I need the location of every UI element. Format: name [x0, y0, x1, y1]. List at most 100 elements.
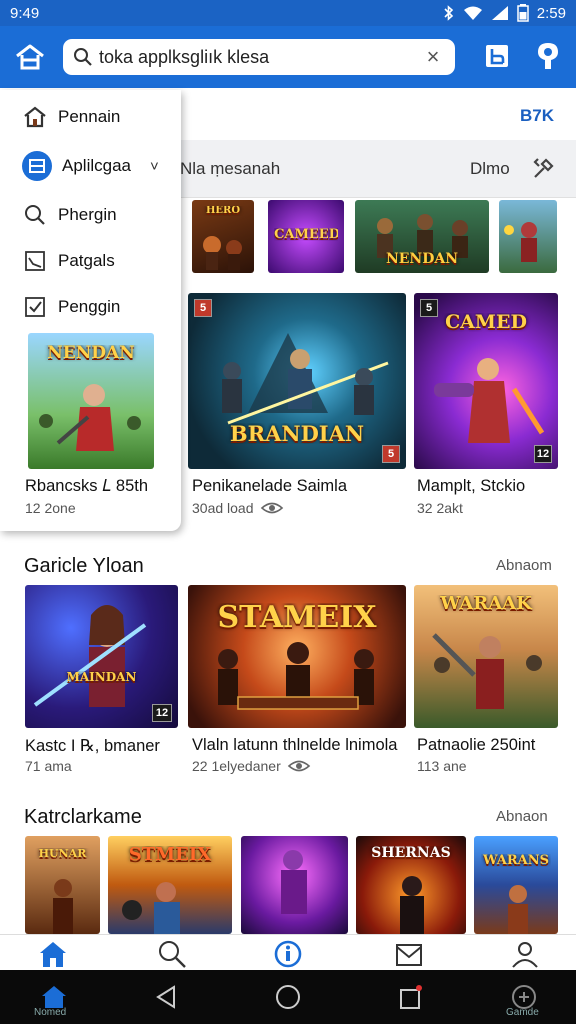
library-icon[interactable] — [484, 43, 510, 69]
apps-icon — [22, 151, 52, 181]
game-art — [434, 358, 545, 443]
game-title[interactable]: Penikanelade Saimla — [192, 477, 347, 496]
app-screen: 9:49 2:59 toka applksgliık klesa × B7K N… — [0, 0, 576, 1024]
search-icon — [25, 205, 45, 225]
home-icon — [24, 106, 46, 128]
drawer-item-label: Penggin — [58, 297, 121, 316]
profile-icon[interactable] — [510, 939, 540, 969]
section-more-link[interactable]: Abnaon — [496, 808, 548, 825]
game-logo: BRANDIAN — [229, 423, 365, 444]
game-title[interactable]: Rbancsks 𝐿 85th — [25, 477, 148, 496]
game-art — [432, 633, 542, 709]
game-meta: 32 2akt — [417, 500, 463, 516]
bluetooth-icon — [444, 5, 453, 21]
app-bar: toka applksgliık klesa × — [0, 26, 576, 88]
notification-icon[interactable] — [534, 41, 562, 71]
drawer-item-label: Aplilcgaa — [62, 156, 131, 175]
game-tile[interactable]: HERO — [192, 200, 254, 273]
drawer-item-search[interactable]: Phergin — [0, 195, 181, 235]
section-title: Katrclarkame — [24, 806, 142, 828]
status-time: 9:49 — [10, 4, 40, 22]
game-tile[interactable]: STMEIX — [108, 836, 232, 934]
game-title[interactable]: Mamplt, Stckio — [417, 477, 525, 496]
drawer-item-stats[interactable]: Patgals — [0, 241, 181, 281]
game-tile[interactable]: MAINDAN 12 — [25, 585, 178, 728]
search-icon[interactable] — [157, 939, 187, 969]
game-art — [281, 850, 307, 914]
recents-icon[interactable] — [396, 983, 424, 1011]
game-art — [203, 236, 242, 270]
game-art — [400, 876, 424, 934]
drawer-item-apps[interactable]: Aplilcgaa ˅ — [0, 146, 181, 186]
drawer-item-label: Phergin — [58, 205, 117, 224]
game-tile[interactable]: STAMEIX — [188, 585, 406, 728]
checkbox-icon — [25, 297, 45, 317]
game-art — [508, 885, 528, 934]
drawer-item-check[interactable]: Penggin — [0, 287, 181, 327]
game-title[interactable]: Vlaln latunn thlnelde lnimola — [192, 736, 397, 755]
rating-badge: 12 — [152, 704, 172, 722]
game-tile[interactable]: CAMEED — [268, 200, 344, 273]
signal-icon — [491, 6, 508, 20]
game-tile[interactable]: CAMED 5 12 — [414, 293, 558, 469]
home-circle-icon[interactable] — [274, 983, 302, 1011]
game-tile[interactable] — [499, 200, 557, 273]
view-icon — [260, 502, 283, 514]
game-tile[interactable]: SHERNAS — [356, 836, 466, 934]
game-meta: 113 ane — [417, 758, 467, 774]
back-icon[interactable] — [152, 983, 180, 1011]
game-art — [504, 222, 537, 262]
game-meta: 30ad load — [192, 500, 284, 516]
game-tile[interactable]: NENDAN — [355, 200, 489, 273]
search-icon — [74, 48, 92, 66]
game-title[interactable]: Patnaolie 250int — [417, 736, 535, 755]
system-caption: Gamde — [506, 1007, 539, 1018]
game-logo: CAMEED — [274, 228, 338, 241]
rating-badge: 5 — [194, 299, 212, 317]
system-caption: Nomed — [34, 1007, 67, 1018]
section-more-link[interactable]: Abnaom — [496, 557, 552, 574]
system-navigation-bar: Nomed Gamde — [0, 970, 576, 1024]
game-meta-text: 22 1elyedaner — [192, 758, 281, 774]
filter-text[interactable]: Nla ṃesanah — [180, 159, 280, 179]
info-icon[interactable] — [273, 939, 303, 969]
mail-icon[interactable] — [394, 939, 424, 969]
chart-icon — [25, 251, 45, 271]
game-tile[interactable]: BRANDIAN 5 5 — [188, 293, 406, 469]
game-meta: 71 ama — [25, 758, 72, 774]
rating-badge: 12 — [534, 445, 552, 463]
chevron-down-icon[interactable]: ˅ — [150, 158, 159, 175]
status-icons: 2:59 — [443, 4, 566, 22]
game-title[interactable]: Kastc I ℞, bmaner — [25, 736, 160, 756]
game-art — [39, 384, 141, 451]
navigation-drawer: Pennain Aplilcgaa ˅ Phergin Patgals Peng… — [0, 90, 181, 531]
battery-icon — [517, 4, 529, 22]
search-field[interactable]: toka applksgliık klesa × — [63, 39, 455, 75]
rating-badge: 5 — [382, 445, 400, 463]
game-tile[interactable] — [241, 836, 348, 934]
bottom-nav — [0, 934, 576, 970]
home-icon[interactable] — [38, 939, 68, 969]
view-icon — [287, 760, 310, 772]
game-tile[interactable]: NENDAN — [28, 333, 154, 469]
game-art — [218, 642, 374, 710]
game-meta-text: 30ad load — [192, 500, 254, 516]
filter-label[interactable]: Dlmo — [470, 159, 510, 179]
tools-icon[interactable] — [532, 156, 556, 180]
game-logo: NENDAN — [385, 252, 459, 266]
clear-search-button[interactable]: × — [421, 44, 445, 70]
drawer-item-label: Patgals — [58, 251, 115, 270]
game-meta: 12 2one — [25, 500, 76, 516]
rating-badge: 5 — [420, 299, 438, 317]
game-tile[interactable]: HUNAR — [25, 836, 100, 934]
game-tile[interactable]: WARANS — [474, 836, 558, 934]
status-clock: 2:59 — [536, 4, 566, 22]
game-tile[interactable]: WARAAK — [414, 585, 558, 728]
game-meta: 22 1elyedaner — [192, 758, 311, 774]
search-query[interactable]: toka applksgliık klesa — [99, 47, 421, 68]
drawer-item-home[interactable]: Pennain — [0, 97, 181, 137]
sub-header-label[interactable]: B7K — [520, 106, 554, 126]
home-icon[interactable] — [14, 41, 46, 73]
game-art — [122, 882, 180, 934]
wifi-icon — [463, 6, 482, 20]
